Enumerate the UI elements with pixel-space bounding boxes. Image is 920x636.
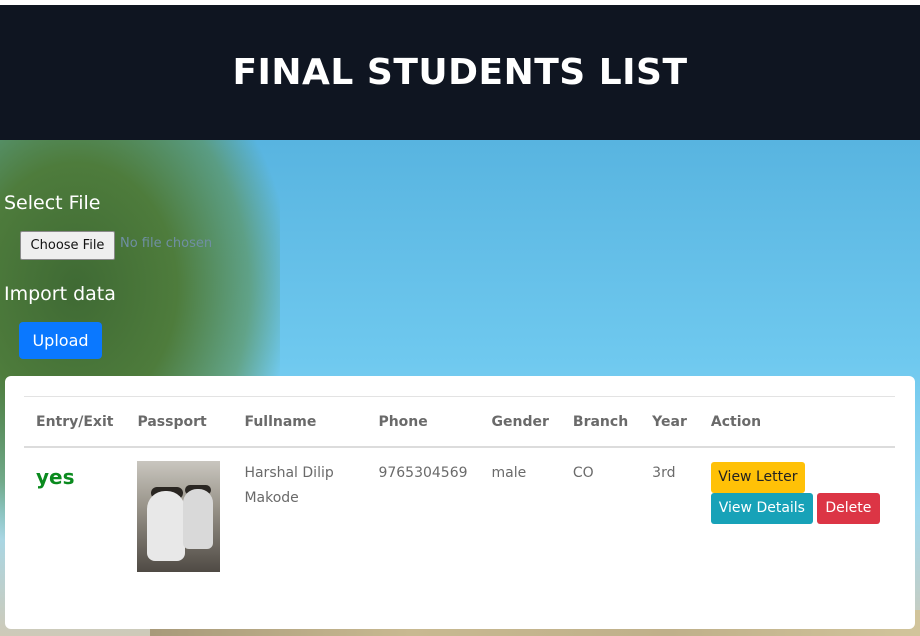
upload-button[interactable]: Upload xyxy=(19,322,102,359)
action-cell: View Letter View Details Delete xyxy=(699,447,895,572)
view-letter-button[interactable]: View Letter xyxy=(710,462,805,493)
photo-detail xyxy=(147,491,186,561)
import-data-label: Import data xyxy=(4,283,116,305)
page-title: FINAL STUDENTS LIST xyxy=(232,52,688,93)
entry-exit-status: yes xyxy=(36,465,75,489)
column-header-passport: Passport xyxy=(125,396,233,448)
view-details-button[interactable]: View Details xyxy=(710,493,813,524)
fullname-cell: Harshal Dilip Makode xyxy=(244,465,334,506)
column-header-year: Year xyxy=(640,396,699,448)
column-header-phone: Phone xyxy=(366,396,480,448)
delete-button[interactable]: Delete xyxy=(816,493,880,524)
file-status-text: No file chosen xyxy=(120,236,213,251)
year-cell: 3rd xyxy=(652,465,676,481)
students-table-panel: Entry/Exit Passport Fullname Phone Gende… xyxy=(5,376,915,629)
table-row: yes Harshal Dilip Makode 9765304569 male… xyxy=(24,447,895,572)
gender-cell: male xyxy=(491,465,527,481)
choose-file-button[interactable]: Choose File xyxy=(20,231,115,260)
column-header-fullname: Fullname xyxy=(232,396,367,448)
students-table: Entry/Exit Passport Fullname Phone Gende… xyxy=(24,396,895,572)
table-header-row: Entry/Exit Passport Fullname Phone Gende… xyxy=(24,396,895,448)
branch-cell: CO xyxy=(572,465,594,481)
column-header-entry-exit: Entry/Exit xyxy=(24,396,126,448)
passport-photo xyxy=(137,461,221,572)
column-header-gender: Gender xyxy=(479,396,561,448)
page-header: FINAL STUDENTS LIST xyxy=(0,5,920,140)
photo-detail xyxy=(183,489,214,549)
select-file-label: Select File xyxy=(4,192,101,214)
phone-cell: 9765304569 xyxy=(378,465,468,481)
column-header-branch: Branch xyxy=(560,396,641,448)
column-header-action: Action xyxy=(698,396,895,448)
